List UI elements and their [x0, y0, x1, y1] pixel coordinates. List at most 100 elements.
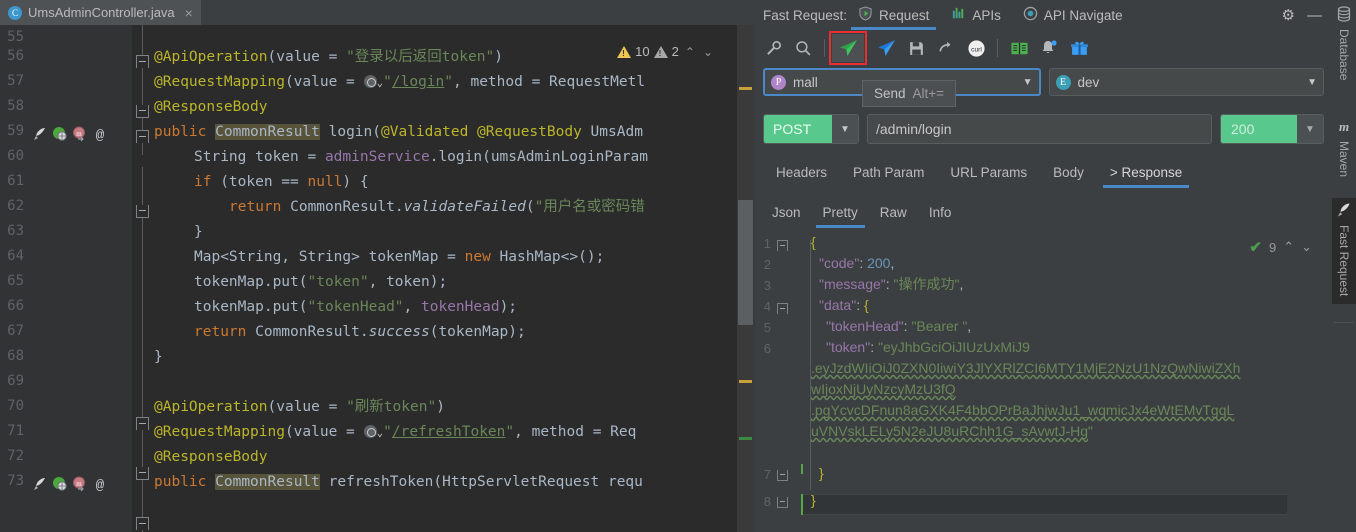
bar-chart-icon	[951, 6, 966, 24]
stripe-item-database-label: Database	[1337, 29, 1351, 80]
gutter-icons-line-59[interactable]: m @	[32, 125, 128, 144]
mapping-icon[interactable]: m	[72, 476, 89, 493]
tab-response[interactable]: > Response	[1097, 156, 1195, 188]
response-inspection-widget[interactable]: ✔ 9 ⌃ ⌄	[1249, 238, 1312, 256]
send-tooltip: SendAlt+=	[862, 80, 956, 107]
tool-window-controls: ⚙ —	[1282, 6, 1332, 24]
code-line-72: @ResponseBody	[154, 448, 268, 467]
code-line-68: }	[154, 348, 163, 367]
rocket-icon[interactable]	[32, 476, 49, 493]
response-fold-marker[interactable]	[777, 303, 788, 314]
tab-path-param[interactable]: Path Param	[840, 156, 937, 188]
search-icon[interactable]	[789, 35, 817, 61]
response-line-number: 3	[755, 278, 771, 293]
stripe-item-maven[interactable]: m Maven	[1332, 118, 1356, 177]
environment-badge-icon: E	[1056, 75, 1071, 90]
curl-icon[interactable]: curl	[962, 35, 990, 61]
rocket-icon[interactable]	[32, 126, 49, 143]
line-number: 63	[0, 223, 24, 239]
send-blue-icon[interactable]	[872, 35, 900, 61]
status-code-select[interactable]: 200 ▼	[1220, 114, 1324, 144]
response-line-number: 4	[755, 299, 771, 314]
editor-tab-umsadmincontroller[interactable]: C UmsAdminController.java ×	[0, 0, 201, 25]
previous-problem-icon[interactable]: ⌃	[1283, 239, 1294, 255]
fold-marker[interactable]	[136, 105, 149, 118]
response-json-body[interactable]: { "code": 200, "message": "操作成功", "data"…	[801, 232, 1313, 532]
scrollbar-thumb[interactable]	[738, 200, 753, 325]
chevron-down-icon[interactable]: ▼	[1297, 115, 1323, 143]
code-line-66: tokenMap.put("tokenHead", tokenHead);	[154, 298, 517, 317]
gift-icon[interactable]	[1065, 35, 1093, 61]
request-url-row: POST ▼ /admin/login 200 ▼	[755, 114, 1332, 148]
tab-pretty[interactable]: Pretty	[812, 196, 869, 228]
tab-api-navigate-label: API Navigate	[1044, 8, 1123, 23]
book-icon[interactable]	[1005, 35, 1033, 61]
inspection-warning-summary[interactable]: ! 10 ! 2 ⌃ ⌄	[617, 44, 715, 59]
fold-marker[interactable]	[136, 467, 149, 480]
tab-request[interactable]: Request	[847, 0, 940, 30]
tab-info[interactable]: Info	[918, 196, 963, 228]
fold-marker[interactable]	[136, 205, 149, 218]
fast-request-tool-window: Fast Request: Request APIs API Navigate	[755, 0, 1332, 532]
editor-tab-bar: C UmsAdminController.java ×	[0, 0, 755, 25]
json-token-wrap-2: wIjoxNjUyNzcyMzU3fQ	[811, 379, 956, 400]
response-line-number: 1	[755, 236, 771, 251]
toolbar-separator	[997, 39, 998, 57]
code-line-61: if (token == null) {	[154, 173, 369, 192]
fold-marker[interactable]	[136, 417, 149, 430]
close-icon[interactable]: ×	[185, 5, 193, 21]
minimize-icon[interactable]: —	[1307, 7, 1322, 24]
stripe-item-fast-request[interactable]: Fast Request	[1332, 198, 1356, 304]
stripe-warning-marker[interactable]	[739, 380, 752, 383]
chevron-down-icon[interactable]: ▼	[1307, 77, 1317, 88]
response-fold-marker[interactable]	[777, 240, 788, 251]
tab-url-params[interactable]: URL Params	[937, 156, 1040, 188]
at-icon[interactable]: @	[92, 476, 109, 493]
code-line-67: return CommonResult.success(tokenMap);	[154, 323, 526, 342]
tab-apis[interactable]: APIs	[940, 0, 1012, 30]
gutter-icons-line-73[interactable]: m @	[32, 475, 128, 494]
fold-marker[interactable]	[136, 55, 149, 68]
database-icon	[1336, 6, 1352, 25]
svg-text:@: @	[96, 128, 105, 142]
next-problem-icon[interactable]: ⌄	[703, 45, 713, 59]
svg-text:m: m	[1339, 119, 1349, 134]
bell-icon[interactable]	[1035, 35, 1063, 61]
url-input[interactable]: /admin/login	[867, 114, 1212, 144]
tab-raw[interactable]: Raw	[869, 196, 918, 228]
response-fold-marker[interactable]	[777, 470, 788, 481]
redo-arrow-icon[interactable]	[932, 35, 960, 61]
tab-body-label: Body	[1053, 165, 1084, 180]
json-line-5: "tokenHead": "Bearer ",	[826, 316, 971, 337]
save-icon[interactable]	[902, 35, 930, 61]
code-text-area[interactable]: @ApiOperation(value = "登录以后返回token") @Re…	[154, 25, 737, 532]
stripe-item-database[interactable]: Database	[1332, 6, 1356, 80]
send-button[interactable]	[832, 34, 864, 62]
mapping-icon[interactable]: m	[72, 126, 89, 143]
at-icon[interactable]: @	[92, 126, 109, 143]
environment-select[interactable]: E dev ▼	[1049, 68, 1325, 96]
next-problem-icon[interactable]: ⌄	[1301, 239, 1312, 255]
green-globe-icon[interactable]	[52, 126, 69, 143]
code-line-57: @RequestMapping(value = ⌄"/login", metho…	[154, 73, 645, 92]
fold-marker[interactable]	[136, 130, 149, 143]
chevron-down-icon[interactable]: ▼	[832, 115, 858, 143]
response-viewer[interactable]: 1 2 3 4 5 6 7 8 { "code": 200, "messag	[755, 232, 1332, 532]
tab-body[interactable]: Body	[1040, 156, 1097, 188]
tab-apis-label: APIs	[972, 8, 1001, 23]
tab-headers[interactable]: Headers	[763, 156, 840, 188]
stripe-warning-marker[interactable]	[739, 87, 752, 90]
fold-marker[interactable]	[136, 517, 149, 530]
green-globe-icon[interactable]	[52, 476, 69, 493]
tab-raw-label: Raw	[880, 205, 907, 220]
tab-api-navigate[interactable]: API Navigate	[1012, 0, 1134, 30]
tab-json[interactable]: Json	[761, 196, 812, 228]
chevron-down-icon[interactable]: ▼	[1023, 77, 1033, 88]
editor-error-stripe-scrollbar[interactable]	[737, 25, 755, 532]
wrench-icon[interactable]	[759, 35, 787, 61]
gear-icon[interactable]: ⚙	[1282, 6, 1295, 24]
http-method-select[interactable]: POST ▼	[763, 114, 859, 144]
response-fold-marker[interactable]	[777, 497, 788, 508]
previous-problem-icon[interactable]: ⌃	[685, 45, 695, 59]
line-number: 67	[0, 323, 24, 339]
